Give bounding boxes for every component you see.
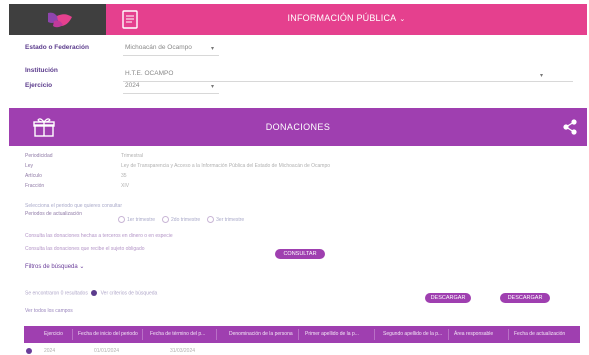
table-header-cell[interactable]: Fecha de inicio del periodo bbox=[78, 331, 138, 337]
meta-value: XIV bbox=[121, 183, 130, 189]
note-link-2[interactable]: Consulta las donaciones que recibe el su… bbox=[25, 246, 145, 252]
donations-section-bar: DONACIONES bbox=[9, 108, 587, 146]
search-filters-toggle[interactable]: Filtros de búsqueda ⌄ bbox=[25, 263, 84, 270]
meta-label: Artículo bbox=[25, 173, 42, 179]
period-options: 1er trimestre 2do trimestre 3er trimestr… bbox=[118, 216, 244, 223]
table-header-cell[interactable]: Primer apellido de la p... bbox=[305, 331, 359, 337]
year-select[interactable]: 2024 bbox=[125, 82, 139, 89]
search-criteria-link[interactable]: Ver criterios de búsqueda bbox=[101, 290, 158, 296]
table-header-cell[interactable]: Denominación de la persona bbox=[229, 331, 293, 337]
year-underline bbox=[123, 93, 219, 94]
download-button[interactable]: DESCARGAR bbox=[425, 293, 471, 303]
meta-value: Trimestral bbox=[121, 153, 144, 159]
entity-underline bbox=[123, 55, 219, 56]
period-question: Selecciona el periodo que quieres consul… bbox=[25, 203, 123, 209]
column-divider bbox=[448, 329, 449, 340]
row-select-icon[interactable] bbox=[26, 348, 32, 354]
column-divider bbox=[142, 329, 143, 340]
public-info-title-text: INFORMACIÓN PÚBLICA bbox=[287, 13, 397, 23]
column-divider bbox=[72, 329, 73, 340]
table-row[interactable]: 2024 01/01/2024 31/03/2024 bbox=[24, 346, 580, 355]
info-icon[interactable] bbox=[91, 290, 98, 296]
table-header-cell[interactable]: Área responsable bbox=[454, 331, 493, 337]
meta-value: Ley de Transparencia y Acceso a la Infor… bbox=[121, 163, 331, 169]
period-option[interactable]: 2do trimestre bbox=[162, 216, 200, 223]
institution-select[interactable]: H.T.E. OCAMPO bbox=[125, 70, 173, 77]
note-link-1[interactable]: Consulta las donaciones hechas a tercero… bbox=[25, 233, 173, 239]
all-fields-link[interactable]: Ver todos los campos bbox=[25, 308, 73, 314]
table-cell: 01/01/2024 bbox=[94, 348, 120, 354]
table-cell: 2024 bbox=[44, 348, 56, 354]
donations-title: DONACIONES bbox=[265, 122, 331, 132]
top-header: INFORMACIÓN PÚBLICA ⌄ bbox=[9, 4, 587, 35]
meta-value: 35 bbox=[121, 173, 127, 179]
column-divider bbox=[216, 329, 217, 340]
period-label: Periodos de actualización bbox=[25, 211, 82, 217]
meta-label: Ley bbox=[25, 163, 34, 169]
radio-icon[interactable] bbox=[118, 216, 125, 223]
column-divider bbox=[298, 329, 299, 340]
brand-logo-icon bbox=[48, 12, 72, 28]
institution-label: Institución bbox=[25, 67, 58, 74]
column-divider bbox=[508, 329, 509, 340]
results-count-text: Se encontraron 0 resultados bbox=[25, 290, 88, 297]
meta-label: Periodicidad bbox=[25, 153, 53, 159]
chevron-down-icon: ⌄ bbox=[399, 16, 406, 23]
entity-select[interactable]: Michoacán de Ocampo bbox=[125, 44, 192, 51]
table-header-cell[interactable]: Fecha de actualización bbox=[514, 331, 565, 337]
column-divider bbox=[374, 329, 375, 340]
table-header-cell[interactable]: Fecha de término del p... bbox=[150, 331, 205, 337]
chevron-down-icon[interactable]: ▾ bbox=[211, 45, 214, 52]
results-table-header: Ejercicio Fecha de inicio del periodo Fe… bbox=[24, 326, 580, 343]
meta-label: Fracción bbox=[25, 183, 45, 189]
table-header-cell[interactable]: Segundo apellido de la p... bbox=[383, 331, 442, 337]
chevron-down-icon[interactable]: ▾ bbox=[211, 83, 214, 90]
table-header-cell[interactable]: Ejercicio bbox=[44, 331, 63, 337]
entity-label: Estado o Federación bbox=[25, 44, 89, 51]
radio-icon[interactable] bbox=[162, 216, 170, 223]
download-alt-button[interactable]: DESCARGAR bbox=[500, 293, 550, 303]
radio-icon[interactable] bbox=[207, 216, 215, 223]
public-info-bar[interactable]: INFORMACIÓN PÚBLICA ⌄ bbox=[106, 4, 587, 35]
logo-area[interactable] bbox=[9, 4, 106, 35]
institution-underline bbox=[123, 81, 573, 82]
chevron-down-icon[interactable]: ▾ bbox=[540, 72, 543, 79]
results-info: Se encontraron 0 resultados Ver criterio… bbox=[25, 290, 157, 296]
period-option[interactable]: 3er trimestre bbox=[207, 216, 244, 223]
period-option[interactable]: 1er trimestre bbox=[118, 216, 155, 223]
year-label: Ejercicio bbox=[25, 82, 53, 89]
consult-button[interactable]: CONSULTAR bbox=[275, 249, 325, 259]
table-cell: 31/03/2024 bbox=[170, 348, 196, 354]
share-icon[interactable] bbox=[562, 119, 578, 135]
public-info-title[interactable]: INFORMACIÓN PÚBLICA ⌄ bbox=[106, 13, 587, 23]
